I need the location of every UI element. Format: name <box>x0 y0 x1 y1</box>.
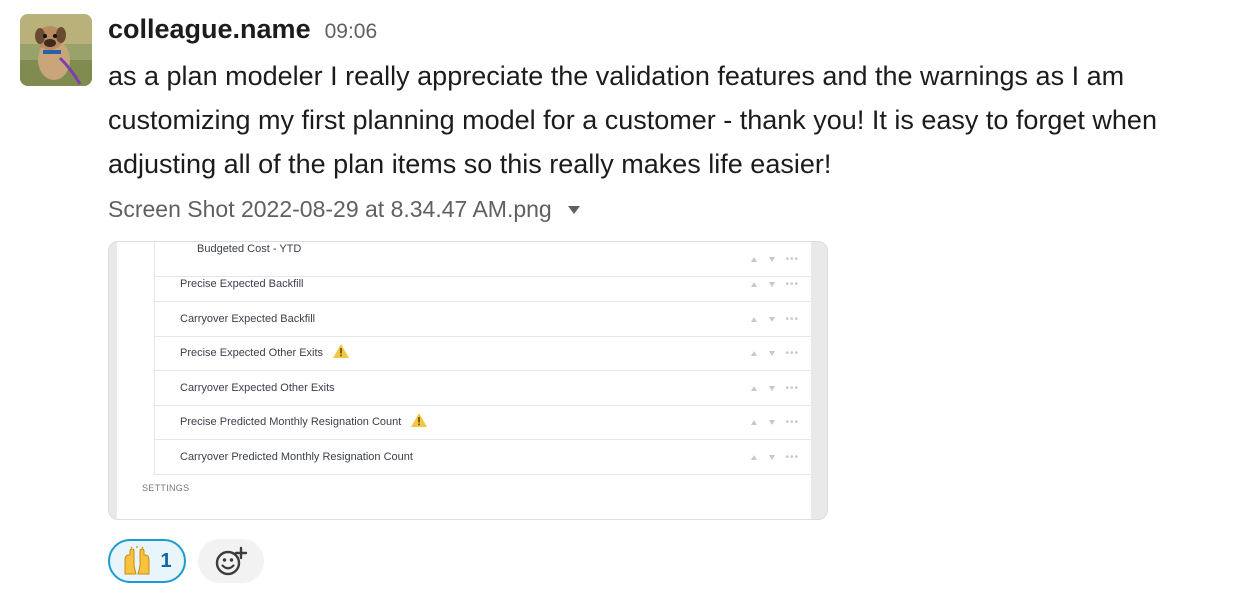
message-text: as a plan modeler I really appreciate th… <box>108 61 1157 179</box>
list-item-label: Precise Expected Backfill <box>180 278 304 290</box>
arrow-up-icon <box>751 350 758 356</box>
arrow-up-icon <box>751 454 758 460</box>
arrow-down-icon <box>769 454 776 460</box>
list-item: Carryover Predicted Monthly Resignation … <box>154 440 811 475</box>
more-icon: ••• <box>785 382 799 394</box>
add-reaction-button[interactable] <box>198 539 264 583</box>
row-controls: ••• <box>739 440 799 474</box>
list-item: Precise Predicted Monthly Resignation Co… <box>154 405 811 440</box>
row-controls: ••• <box>739 267 799 301</box>
arrow-up-icon <box>751 385 758 391</box>
arrow-up-icon <box>751 316 758 322</box>
list-item-label: Carryover Expected Other Exits <box>180 382 335 394</box>
arrow-up-icon <box>751 281 758 287</box>
dog-photo-avatar-icon <box>20 14 92 86</box>
avatar[interactable] <box>20 14 92 86</box>
list-item-label: Carryover Predicted Monthly Resignation … <box>180 451 413 463</box>
more-icon: ••• <box>785 416 799 428</box>
more-icon: ••• <box>785 347 799 359</box>
attachment-file-name[interactable]: Screen Shot 2022-08-29 at 8.34.47 AM.png <box>108 196 552 223</box>
arrow-up-icon <box>751 419 758 425</box>
more-icon: ••• <box>785 313 799 325</box>
raising-hands-icon <box>124 546 150 575</box>
reactions-bar: 1 <box>108 539 264 583</box>
more-icon: ••• <box>785 451 799 463</box>
list-item: Carryover Expected Backfill ••• <box>154 302 811 337</box>
list-item-label: Precise Predicted Monthly Resignation Co… <box>180 416 402 428</box>
arrow-down-icon <box>769 281 776 287</box>
row-controls: ••• <box>739 371 799 405</box>
add-reaction-icon <box>215 546 248 576</box>
arrow-down-icon <box>769 256 776 262</box>
arrow-down-icon <box>769 419 776 425</box>
row-controls: ••• <box>739 302 799 336</box>
warning-icon <box>411 412 428 432</box>
more-icon: ••• <box>785 253 799 265</box>
row-controls: ••• <box>739 336 799 370</box>
message-header: colleague.name 09:06 <box>108 14 377 45</box>
caret-down-icon[interactable] <box>567 205 580 214</box>
timestamp[interactable]: 09:06 <box>325 20 378 44</box>
list-item: Precise Expected Backfill ••• <box>154 267 811 302</box>
plan-items-list: Budgeted Cost - YTD ••• Precise Expected… <box>117 242 811 475</box>
arrow-up-icon <box>751 256 758 262</box>
list-item: Carryover Expected Other Exits ••• <box>154 371 811 406</box>
list-item-label: Precise Expected Other Exits <box>180 347 324 359</box>
reaction-raising-hands[interactable]: 1 <box>108 539 186 583</box>
list-item-label: Carryover Expected Backfill <box>180 313 316 325</box>
warning-icon <box>333 343 350 363</box>
attachment-header: Screen Shot 2022-08-29 at 8.34.47 AM.png <box>108 196 580 223</box>
arrow-down-icon <box>769 385 776 391</box>
row-controls: ••• <box>739 405 799 439</box>
attachment-preview[interactable]: Budgeted Cost - YTD ••• Precise Expected… <box>108 241 828 520</box>
settings-label: SETTINGS <box>142 483 190 493</box>
preview-screenshot: Budgeted Cost - YTD ••• Precise Expected… <box>117 242 811 519</box>
list-item: Precise Expected Other Exits ••• <box>154 336 811 371</box>
username[interactable]: colleague.name <box>108 14 311 45</box>
list-item-label: Budgeted Cost - YTD <box>197 243 302 255</box>
more-icon: ••• <box>785 278 799 290</box>
arrow-down-icon <box>769 316 776 322</box>
arrow-down-icon <box>769 350 776 356</box>
reaction-count: 1 <box>160 549 172 572</box>
